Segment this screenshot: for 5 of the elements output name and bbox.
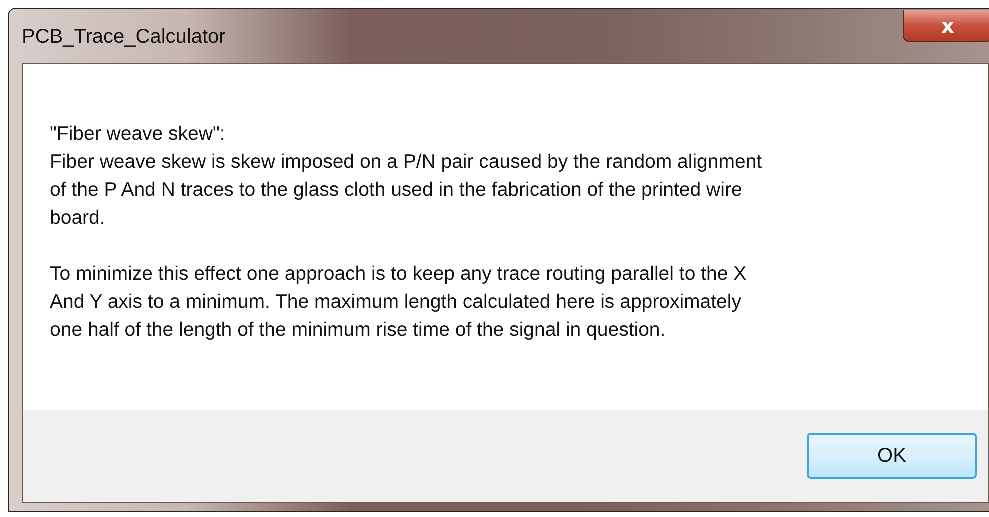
- message-paragraph: "Fiber weave skew": Fiber weave skew is skew imposed on a P/N pair caused by the random alignment of the P And N traces to the glass cloth used in the fabrication of the printed wire board.: [50, 122, 764, 231]
- ok-button[interactable]: OK: [807, 433, 977, 479]
- window-title: PCB_Trace_Calculator: [22, 26, 226, 48]
- message-paragraph: To minimize this effect one approach is to keep any trace routing parallel to the X And Y axis to a minimum. The maximum length calculated here is approximately one half of the length of the minimum rise time of the signal in question.: [50, 262, 748, 343]
- close-button[interactable]: x: [903, 10, 989, 42]
